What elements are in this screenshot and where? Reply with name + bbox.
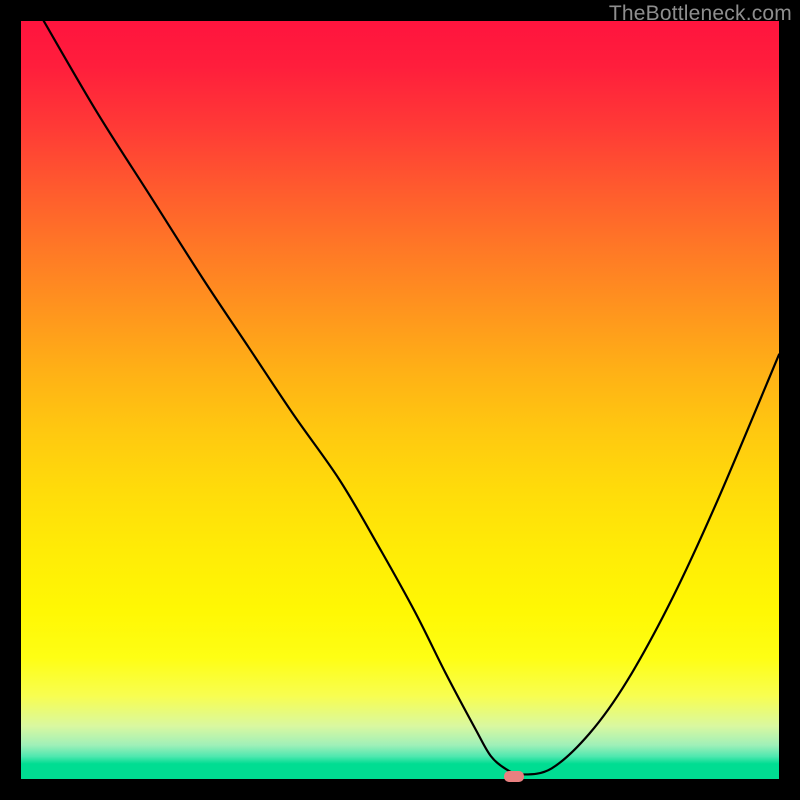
plot-area: [21, 21, 779, 779]
watermark-text: TheBottleneck.com: [609, 2, 792, 26]
optimal-marker: [504, 771, 524, 782]
bottleneck-curve: [21, 21, 779, 779]
chart-container: TheBottleneck.com: [0, 0, 800, 800]
